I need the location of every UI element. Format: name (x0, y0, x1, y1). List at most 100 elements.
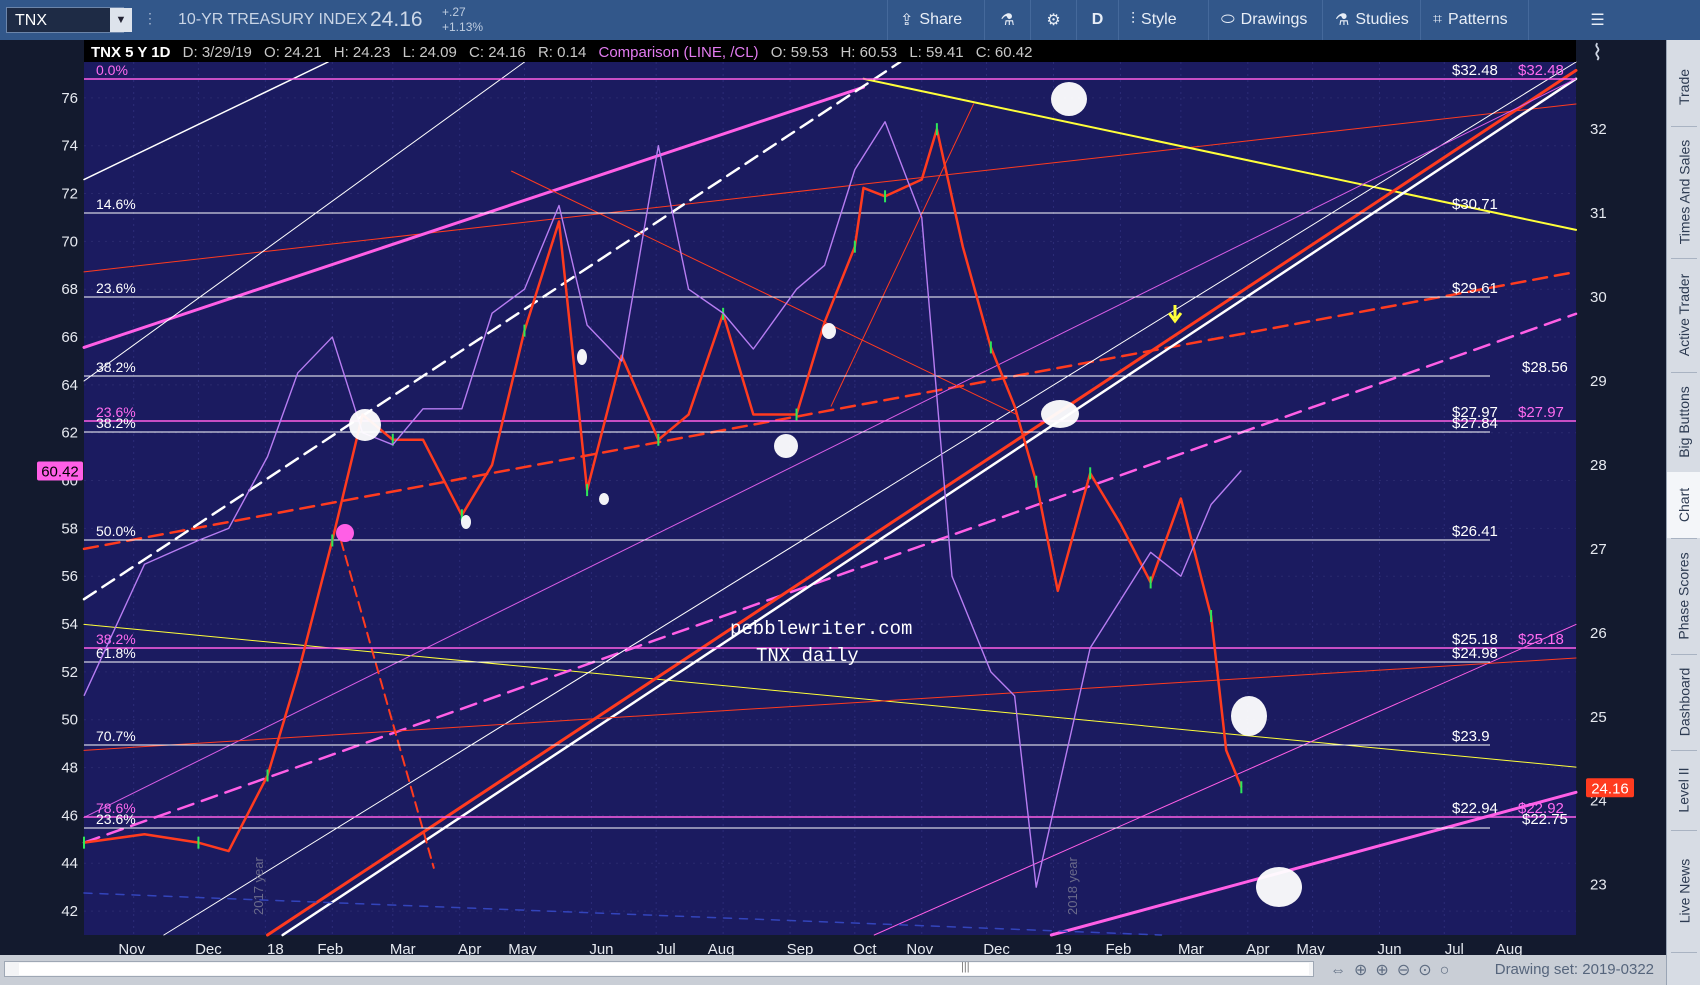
horizontal-scrollbar[interactable]: ||| (4, 961, 1314, 977)
right-tick-label: 27 (1590, 541, 1607, 558)
x-tick-label: Dec (195, 941, 222, 955)
patterns-label: Patterns (1448, 11, 1508, 28)
menu-button[interactable]: ☰ (1528, 0, 1666, 40)
fib-pct-label: 0.0% (96, 62, 128, 78)
drawings-button[interactable]: ⬭ Drawings (1208, 0, 1322, 40)
x-tick-label: Jun (589, 941, 613, 955)
fib-right-tag: $25.18 (1518, 631, 1564, 648)
fib-pct-label: 70.7% (96, 728, 136, 744)
sidebar-tab-phase-scores[interactable]: Phase Scores (1667, 538, 1700, 654)
zoom-out-icon[interactable]: ⊖ (1397, 962, 1418, 979)
circle-marker (1051, 82, 1087, 116)
annotation-chart: TNX daily (756, 645, 859, 667)
fib-right-tag: $32.48 (1518, 62, 1564, 79)
sidebar-tab-dashboard[interactable]: Dashboard (1667, 654, 1700, 750)
circle-marker (599, 493, 609, 505)
fib-pct-label: 38.2% (96, 415, 136, 431)
right-tick-label: 25 (1590, 709, 1607, 726)
flask-icon: ⚗ (1335, 12, 1350, 29)
sidebar-tab-trade[interactable]: Trade (1667, 48, 1700, 126)
x-tick-label: Jul (1445, 941, 1464, 955)
change-percent: +1.13% (442, 20, 484, 34)
x-tick-label: Oct (853, 941, 877, 955)
circle-marker (1041, 400, 1079, 428)
cycle-icon[interactable]: ○ (1440, 962, 1458, 979)
fib-value-label: $32.48 (1452, 62, 1498, 79)
chart-mode-icon[interactable]: ⌇ (1592, 40, 1603, 65)
last-price: 24.16 (370, 8, 423, 31)
settings-button[interactable]: ⚙ (1030, 0, 1076, 40)
circle-marker (461, 515, 471, 529)
hdr-date: D: 3/29/19 (183, 44, 252, 61)
flask-button[interactable]: ⚗ (984, 0, 1030, 40)
sidebar-tab-times-and-sales[interactable]: Times And Sales (1667, 126, 1700, 258)
left-tick-label: 76 (61, 90, 78, 107)
x-tick-label: May (508, 941, 537, 955)
crosshair-icon[interactable]: ⊕ (1354, 962, 1375, 979)
hdr-close: C: 24.16 (469, 44, 526, 61)
zoom-reset-icon[interactable]: ⊙ (1418, 962, 1439, 979)
period-label: D (1091, 11, 1104, 28)
expand-icon[interactable]: ⇔ (1330, 962, 1354, 979)
right-tick-label: 31 (1590, 205, 1607, 222)
toolbar: TNX ▼ ⋮ 10-YR TREASURY INDEX 24.16 +.27 … (0, 0, 1700, 40)
chart-header: TNX 5 Y 1D D: 3/29/19 O: 24.21 H: 24.23 … (91, 44, 1032, 61)
zoom-controls[interactable]: ⇔⊕⊕⊖⊙○ (1330, 960, 1457, 980)
drawings-label: Drawings (1240, 11, 1308, 28)
drawing-set-label: Drawing set: 2019-0322 (1494, 961, 1654, 978)
sidebar-tab-label: Times And Sales (1676, 139, 1692, 245)
period-button[interactable]: D (1076, 0, 1118, 40)
right-tick-label: 32 (1590, 121, 1607, 138)
left-marker-text: 60.42 (41, 464, 79, 481)
circle-marker (1256, 867, 1302, 907)
style-button[interactable]: ⫶ Style (1118, 0, 1208, 40)
hdr-c-low: L: 59.41 (909, 44, 963, 61)
x-tick-label: Dec (983, 941, 1010, 955)
x-tick-label: Apr (1246, 941, 1269, 955)
hdr-open: O: 24.21 (264, 44, 322, 61)
chevron-down-icon[interactable]: ▼ (110, 8, 132, 32)
sidebar-tab-big-buttons[interactable]: Big Buttons (1667, 372, 1700, 472)
left-tick-label: 66 (61, 329, 78, 346)
right-tick-label: 29 (1590, 373, 1607, 390)
x-tick-label: Apr (458, 941, 481, 955)
zoom-in-icon[interactable]: ⊕ (1375, 962, 1396, 979)
symbol-input[interactable]: TNX (6, 7, 124, 33)
sidebar-tab-live-news[interactable]: Live News (1667, 830, 1700, 952)
fib-pct-label: 38.2% (96, 359, 136, 375)
scroll-thumb[interactable] (19, 963, 1309, 975)
sidebar-tab-active-trader[interactable]: Active Trader (1667, 258, 1700, 372)
hdr-comparison: Comparison (LINE, /CL) (598, 44, 758, 61)
circle-marker (577, 349, 587, 365)
patterns-button[interactable]: ⌗ Patterns (1420, 0, 1528, 40)
sidebar-tab-level-ii[interactable]: Level II (1667, 750, 1700, 830)
bottom-bar: ||| ⇔⊕⊕⊖⊙○ Drawing set: 2019-0322 (0, 955, 1666, 985)
scroll-grip-icon: ||| (961, 961, 970, 973)
fib-value-label: $24.98 (1452, 645, 1498, 662)
fib-pct-label: 14.6% (96, 196, 136, 212)
gear-icon: ⚙ (1046, 12, 1061, 29)
right-sidebar: Trade Times And Sales Active Trader Big But… (1666, 40, 1700, 985)
sidebar-tab-chart[interactable]: Chart (1667, 472, 1700, 538)
style-label: Style (1141, 11, 1177, 28)
left-tick-label: 74 (61, 138, 78, 155)
hdr-high: H: 24.23 (334, 44, 391, 61)
left-tick-label: 56 (61, 568, 78, 585)
studies-button[interactable]: ⚗ Studies (1322, 0, 1420, 40)
x-tick-label: Jun (1377, 941, 1401, 955)
drag-handle-icon[interactable]: ⋮ (143, 10, 157, 27)
fib-value-label: $28.56 (1522, 359, 1568, 376)
pink-dot-marker (336, 524, 354, 542)
share-button[interactable]: ⇪ Share (887, 0, 984, 40)
plot-area[interactable] (84, 62, 1576, 935)
ellipse-icon: ⬭ (1221, 11, 1235, 28)
pattern-icon: ⌗ (1433, 11, 1443, 28)
hdr-c-close: C: 60.42 (976, 44, 1033, 61)
fib-value-label: $26.41 (1452, 523, 1498, 540)
sidebar-tab-label: Phase Scores (1676, 552, 1693, 640)
x-tick-label: Aug (708, 941, 735, 955)
circle-marker (822, 323, 836, 339)
hdr-title: TNX 5 Y 1D (91, 44, 171, 61)
x-tick-label: Nov (118, 941, 145, 955)
chart-area[interactable]: 0.0% $32.48 $32.48 14.6% $30.71 23.6% $29.61 38… (0, 40, 1666, 955)
